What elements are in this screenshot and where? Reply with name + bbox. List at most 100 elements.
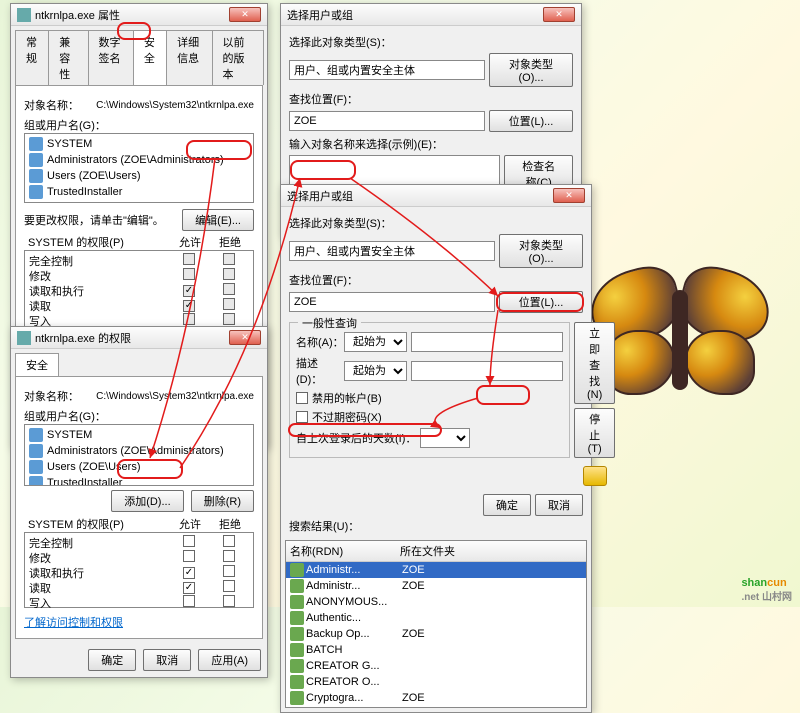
ok-button[interactable]: 确定 bbox=[88, 649, 136, 671]
titlebar[interactable]: 选择用户或组✕ bbox=[281, 4, 581, 26]
allow-checkbox[interactable] bbox=[183, 550, 195, 562]
app-icon bbox=[17, 331, 31, 345]
app-icon bbox=[17, 8, 31, 22]
group-label: 组或用户名(G)： bbox=[24, 408, 254, 424]
since-label: 自上次登录后的天数(I)： bbox=[296, 430, 416, 446]
stop-button[interactable]: 停止(T) bbox=[574, 408, 615, 458]
allow-checkbox[interactable] bbox=[183, 582, 195, 594]
location-label: 查找位置(F)： bbox=[289, 91, 573, 107]
tab-general[interactable]: 常规 bbox=[15, 30, 49, 85]
col-folder[interactable]: 所在文件夹 bbox=[400, 543, 582, 559]
add-button[interactable]: 添加(D)... bbox=[111, 490, 183, 512]
noexpire-checkbox[interactable] bbox=[296, 411, 308, 423]
names-label: 输入对象名称来选择(示例)(E)： bbox=[289, 136, 573, 152]
security-pane: 对象名称：C:\Windows\System32\ntkrnlpa.exe 组或… bbox=[15, 376, 263, 639]
col-allow: 允许 bbox=[170, 234, 210, 250]
user-icon bbox=[29, 137, 43, 151]
result-row[interactable]: Administr...ZOE bbox=[286, 562, 586, 578]
result-row[interactable]: Backup Op...ZOE bbox=[286, 626, 586, 642]
edit-button[interactable]: 编辑(E)... bbox=[182, 209, 254, 231]
deny-checkbox bbox=[223, 253, 235, 265]
desc-label: 描述(D)： bbox=[296, 355, 344, 387]
disabled-checkbox[interactable] bbox=[296, 392, 308, 404]
tab-sign[interactable]: 数字签名 bbox=[88, 30, 134, 85]
tab-details[interactable]: 详细信息 bbox=[166, 30, 212, 85]
deny-checkbox[interactable] bbox=[223, 595, 235, 607]
deny-checkbox[interactable] bbox=[223, 580, 235, 592]
result-row[interactable]: ANONYMOUS... bbox=[286, 594, 586, 610]
apply-button[interactable]: 应用(A) bbox=[198, 649, 261, 671]
titlebar[interactable]: 选择用户或组✕ bbox=[281, 185, 591, 207]
find-now-button[interactable]: 立即查找(N) bbox=[574, 322, 615, 404]
cancel-button[interactable]: 取消 bbox=[535, 494, 583, 516]
window-title: 选择用户或组 bbox=[287, 188, 553, 204]
allow-checkbox[interactable] bbox=[183, 567, 195, 579]
remove-button[interactable]: 删除(R) bbox=[191, 490, 254, 512]
allow-checkbox bbox=[183, 300, 195, 312]
deny-checkbox[interactable] bbox=[223, 550, 235, 562]
ok-button[interactable]: 确定 bbox=[483, 494, 531, 516]
principal-icon bbox=[290, 707, 304, 708]
close-icon[interactable]: ✕ bbox=[229, 7, 261, 22]
deny-checkbox[interactable] bbox=[223, 535, 235, 547]
deny-checkbox bbox=[223, 298, 235, 310]
allow-checkbox[interactable] bbox=[183, 535, 195, 547]
results-list[interactable]: 名称(RDN)所在文件夹 Administr...ZOEAdministr...… bbox=[285, 540, 587, 708]
user-icon bbox=[29, 476, 43, 486]
desc-input[interactable] bbox=[411, 361, 563, 381]
tab-compat[interactable]: 兼容性 bbox=[48, 30, 88, 85]
learn-link[interactable]: 了解访问控制和权限 bbox=[24, 617, 123, 629]
object-label: 对象名称： bbox=[24, 97, 96, 113]
list-item: Administrators (ZOE\Administrators) bbox=[27, 443, 251, 459]
perm-row: 完全控制 bbox=[29, 253, 249, 268]
desc-op-select[interactable]: 起始为 bbox=[344, 361, 407, 381]
result-row[interactable]: BATCH bbox=[286, 642, 586, 658]
locations-button[interactable]: 位置(L)... bbox=[499, 291, 583, 313]
permissions-dialog: ntkrnlpa.exe 的权限 ✕ 安全 对象名称：C:\Windows\Sy… bbox=[10, 326, 268, 678]
perm-row: 完全控制 bbox=[29, 535, 249, 550]
result-row[interactable]: Cryptogra...ZOE bbox=[286, 690, 586, 706]
window-title: ntkrnlpa.exe 的权限 bbox=[35, 330, 229, 346]
object-types-button[interactable]: 对象类型(O)... bbox=[489, 53, 573, 87]
columns-icon[interactable] bbox=[583, 466, 607, 486]
col-deny: 拒绝 bbox=[210, 234, 250, 250]
edit-hint: 要更改权限，请单击"编辑"。 bbox=[24, 212, 182, 228]
col-name[interactable]: 名称(RDN) bbox=[290, 543, 400, 559]
user-list[interactable]: SYSTEM Administrators (ZOE\Administrator… bbox=[24, 133, 254, 203]
group-icon bbox=[29, 460, 43, 474]
tab-security[interactable]: 安全 bbox=[15, 353, 59, 376]
result-row[interactable]: DIALUP bbox=[286, 706, 586, 708]
close-icon[interactable]: ✕ bbox=[229, 330, 261, 345]
close-icon[interactable]: ✕ bbox=[543, 7, 575, 22]
titlebar[interactable]: ntkrnlpa.exe 的权限 ✕ bbox=[11, 327, 267, 349]
col-deny: 拒绝 bbox=[210, 516, 250, 532]
since-select[interactable] bbox=[420, 428, 470, 448]
name-op-select[interactable]: 起始为 bbox=[344, 332, 407, 352]
group-label: 组或用户名(G)： bbox=[24, 117, 254, 133]
locations-button[interactable]: 位置(L)... bbox=[489, 110, 573, 132]
perm-row: 修改 bbox=[29, 550, 249, 565]
location-field bbox=[289, 292, 495, 312]
user-list[interactable]: SYSTEM Administrators (ZOE\Administrator… bbox=[24, 424, 254, 486]
result-row[interactable]: CREATOR O... bbox=[286, 674, 586, 690]
perm-row: 写入 bbox=[29, 595, 249, 610]
tab-prev[interactable]: 以前的版本 bbox=[212, 30, 265, 85]
result-row[interactable]: CREATOR G... bbox=[286, 658, 586, 674]
titlebar[interactable]: ntkrnlpa.exe 属性 ✕ bbox=[11, 4, 267, 26]
list-item: Administrators (ZOE\Administrators) bbox=[27, 152, 251, 168]
allow-checkbox bbox=[183, 268, 195, 280]
perm-row: 读取 bbox=[29, 298, 249, 313]
close-icon[interactable]: ✕ bbox=[553, 188, 585, 203]
allow-checkbox[interactable] bbox=[183, 595, 195, 607]
allow-checkbox bbox=[183, 285, 195, 297]
tab-security[interactable]: 安全 bbox=[133, 30, 167, 85]
object-path: C:\Windows\System32\ntkrnlpa.exe bbox=[96, 391, 254, 402]
object-types-button[interactable]: 对象类型(O)... bbox=[499, 234, 583, 268]
result-row[interactable]: Administr...ZOE bbox=[286, 578, 586, 594]
name-input[interactable] bbox=[411, 332, 563, 352]
cancel-button[interactable]: 取消 bbox=[143, 649, 191, 671]
group-icon bbox=[29, 444, 43, 458]
result-row[interactable]: Authentic... bbox=[286, 610, 586, 626]
deny-checkbox[interactable] bbox=[223, 565, 235, 577]
location-field bbox=[289, 111, 485, 131]
